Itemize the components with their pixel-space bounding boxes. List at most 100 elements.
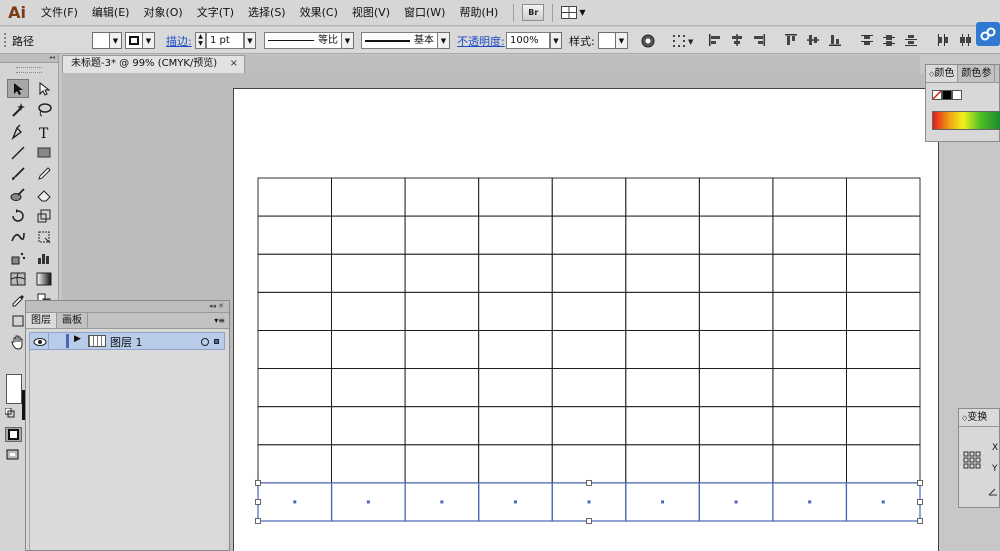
cell-center-point[interactable] — [734, 500, 738, 504]
table-cell[interactable] — [478, 177, 553, 217]
table-grid[interactable] — [234, 89, 940, 551]
tab-transform[interactable]: ◇变换 — [959, 409, 999, 427]
brush-definition[interactable]: 基本 ▼ — [361, 27, 450, 54]
graphic-style-picker[interactable]: ▼ — [598, 27, 628, 54]
cell-center-point[interactable] — [881, 500, 885, 504]
cell-center-point[interactable] — [661, 500, 665, 504]
table-cell[interactable] — [331, 368, 406, 408]
table-cell[interactable] — [698, 215, 774, 255]
align-bottom-icon[interactable] — [828, 33, 844, 49]
table-cell[interactable] — [698, 368, 774, 408]
bounding-box-handle[interactable] — [255, 518, 261, 524]
table-cell[interactable] — [331, 406, 406, 446]
table-cell[interactable] — [257, 444, 333, 484]
opacity-control[interactable]: 100% ▼ — [506, 27, 562, 54]
table-cell[interactable] — [404, 291, 480, 331]
table-cell[interactable] — [478, 329, 553, 370]
menu-file[interactable]: 文件(F) — [34, 0, 85, 26]
rectangle-tool[interactable] — [33, 143, 55, 162]
align-left-icon[interactable] — [708, 33, 724, 49]
recolor-artwork-button[interactable] — [641, 27, 655, 54]
menu-view[interactable]: 视图(V) — [345, 0, 397, 26]
chevron-down-icon[interactable]: ▼ — [143, 32, 155, 49]
table-cell[interactable] — [845, 177, 921, 217]
table-cell[interactable] — [772, 177, 847, 217]
table-cell[interactable] — [404, 444, 480, 484]
opacity-panel-link[interactable]: 不透明度: — [457, 33, 505, 49]
table-cell[interactable] — [551, 406, 627, 446]
artboard[interactable] — [233, 88, 939, 551]
arrange-documents-button[interactable]: ▼ — [561, 6, 585, 19]
paintbrush-tool[interactable] — [7, 164, 29, 183]
table-cell[interactable] — [257, 368, 333, 408]
table-cell[interactable] — [331, 177, 406, 217]
table-cell[interactable] — [551, 444, 627, 484]
table-cell[interactable] — [625, 215, 700, 255]
direct-selection-tool[interactable] — [33, 79, 55, 98]
stepper-icon[interactable]: ▲ ▼ — [195, 32, 206, 49]
table-cell[interactable] — [698, 291, 774, 331]
style-swatch[interactable] — [598, 32, 616, 49]
panel-collapse-icon[interactable]: ◂◂ ✕ — [26, 301, 229, 313]
variable-width-profile[interactable]: 等比 ▼ — [264, 27, 354, 54]
layer-name[interactable]: 图层 1 — [110, 334, 143, 350]
menu-edit[interactable]: 编辑(E) — [85, 0, 137, 26]
table-cell[interactable] — [698, 444, 774, 484]
chevron-down-icon[interactable]: ▼ — [244, 32, 256, 49]
menu-window[interactable]: 窗口(W) — [397, 0, 452, 26]
scale-tool[interactable] — [33, 206, 55, 225]
bounding-box-handle[interactable] — [255, 499, 261, 505]
menu-object[interactable]: 对象(O) — [136, 0, 189, 26]
table-cell[interactable] — [551, 329, 627, 370]
stroke-weight-control[interactable]: ▲ ▼ 1 pt ▼ — [195, 27, 256, 54]
menu-type[interactable]: 文字(T) — [190, 0, 241, 26]
table-cell[interactable] — [772, 444, 847, 484]
pen-tool[interactable] — [7, 122, 29, 141]
table-cell[interactable] — [845, 215, 921, 255]
table-cell[interactable] — [772, 329, 847, 370]
fill-swatch[interactable] — [92, 32, 110, 49]
type-tool[interactable]: T — [33, 122, 55, 141]
table-cell[interactable] — [331, 444, 406, 484]
table-cell[interactable] — [698, 177, 774, 217]
table-cell[interactable] — [478, 215, 553, 255]
close-icon[interactable]: × — [230, 56, 238, 72]
table-cell[interactable] — [845, 329, 921, 370]
table-cell[interactable] — [331, 215, 406, 255]
chevron-down-icon[interactable]: ▼ — [110, 32, 122, 49]
tab-artboards[interactable]: 画板 — [57, 313, 88, 328]
chevron-down-icon[interactable]: ▼ — [550, 32, 562, 49]
white-swatch[interactable] — [952, 90, 962, 100]
distribute-hcenter-icon[interactable] — [958, 33, 974, 49]
distribute-top-icon[interactable] — [860, 33, 876, 49]
bounding-box-handle[interactable] — [586, 479, 592, 486]
table-cell[interactable] — [257, 291, 333, 331]
table-cell[interactable] — [625, 329, 700, 370]
bounding-box-handle[interactable] — [917, 499, 923, 505]
table-cell[interactable] — [551, 253, 627, 293]
align-top-icon[interactable] — [784, 33, 800, 49]
blob-brush-tool[interactable] — [7, 185, 29, 204]
bridge-button[interactable]: Br — [522, 4, 545, 21]
table-cell[interactable] — [257, 329, 333, 370]
table-cell[interactable] — [625, 253, 700, 293]
target-icon[interactable] — [200, 337, 210, 347]
table-cell[interactable] — [257, 215, 333, 255]
expand-arrow-icon[interactable]: ▶ — [74, 334, 81, 344]
distribute-bottom-icon[interactable] — [904, 33, 920, 49]
chevron-down-icon[interactable]: ▼ — [616, 32, 628, 49]
graph-tool[interactable] — [33, 248, 55, 267]
align-to-selection-button[interactable]: ▼ — [672, 27, 696, 54]
pencil-tool[interactable] — [33, 164, 55, 183]
table-cell[interactable] — [478, 444, 553, 484]
tab-color-guide[interactable]: 颜色参 — [958, 65, 996, 82]
screen-mode-button[interactable] — [5, 448, 22, 463]
table-cell[interactable] — [551, 291, 627, 331]
table-cell[interactable] — [331, 291, 406, 331]
symbol-sprayer-tool[interactable] — [7, 248, 29, 267]
align-center-icon[interactable] — [730, 33, 746, 49]
cell-center-point[interactable] — [366, 500, 370, 504]
cell-center-point[interactable] — [293, 500, 297, 504]
table-cell[interactable] — [625, 368, 700, 408]
cell-center-point[interactable] — [440, 500, 444, 504]
